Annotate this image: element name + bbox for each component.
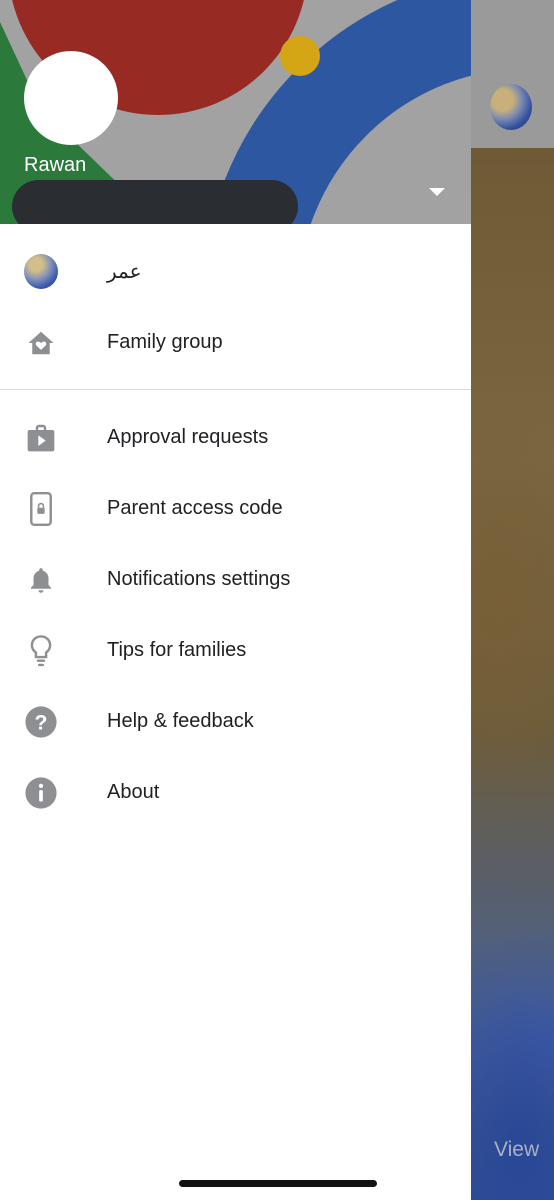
profile-avatar[interactable] — [24, 51, 118, 145]
account-dropdown-icon[interactable] — [429, 188, 445, 196]
menu-divider — [0, 389, 471, 390]
phone-lock-icon — [24, 491, 58, 526]
play-store-bag-icon — [24, 421, 58, 455]
menu-item-label: About — [107, 781, 160, 803]
profile-name: Rawan — [24, 154, 87, 176]
help-icon: ? — [24, 705, 58, 739]
menu-item-label: Family group — [107, 331, 223, 353]
navigation-drawer: Rawan عمر Family group Approval requests… — [0, 0, 471, 1200]
family-members-section: عمر Family group — [0, 236, 471, 378]
menu-item-approval-requests[interactable]: Approval requests — [0, 402, 471, 473]
menu-item-family-group[interactable]: Family group — [0, 307, 471, 378]
background-account-avatar[interactable] — [490, 84, 532, 130]
home-indicator[interactable] — [179, 1180, 377, 1187]
lightbulb-icon — [24, 634, 58, 668]
view-button[interactable]: View — [494, 1138, 539, 1162]
menu-item-about[interactable]: About — [0, 757, 471, 828]
menu-item-label: عمر — [107, 261, 142, 283]
menu-item-parent-access-code[interactable]: Parent access code — [0, 473, 471, 544]
menu-item-label: Approval requests — [107, 426, 269, 448]
settings-section: Approval requests Parent access code Not… — [0, 402, 471, 828]
menu-item-tips-for-families[interactable]: Tips for families — [0, 615, 471, 686]
child-avatar — [24, 254, 58, 289]
menu-item-label: Help & feedback — [107, 710, 254, 732]
bell-icon — [24, 563, 58, 597]
menu-item-child[interactable]: عمر — [0, 236, 471, 307]
svg-text:?: ? — [35, 710, 48, 734]
menu-item-label: Parent access code — [107, 497, 283, 519]
info-icon — [24, 776, 58, 810]
menu-item-notifications-settings[interactable]: Notifications settings — [0, 544, 471, 615]
menu-item-label: Tips for families — [107, 639, 247, 661]
menu-item-label: Notifications settings — [107, 568, 291, 590]
account-header: Rawan — [0, 0, 471, 224]
menu-item-help-feedback[interactable]: ? Help & feedback — [0, 686, 471, 757]
account-email-redacted — [12, 180, 298, 224]
home-heart-icon — [24, 326, 58, 360]
